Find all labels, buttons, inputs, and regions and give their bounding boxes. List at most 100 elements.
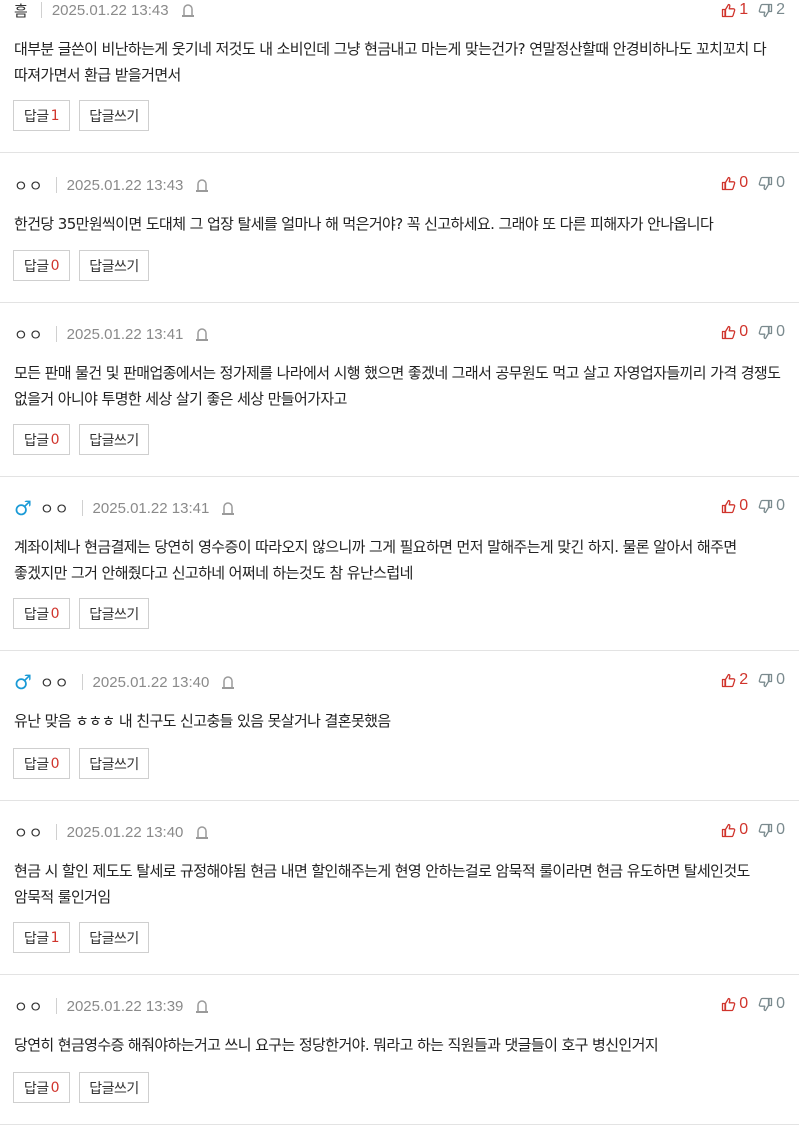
- comment-nickname[interactable]: ㅇㅇ: [14, 996, 44, 1017]
- comment-actions: 답글 1 답글쓰기: [13, 100, 158, 131]
- dislike-count: 0: [776, 671, 785, 688]
- like-count: 0: [739, 323, 749, 340]
- comment-date: 2025.01.22 13:39: [66, 997, 184, 1015]
- thumbs-up-icon: [722, 499, 736, 513]
- write-reply-button[interactable]: 답글쓰기: [79, 100, 149, 131]
- reply-count-button[interactable]: 답글 0: [13, 1072, 70, 1103]
- siren-icon[interactable]: [221, 674, 235, 690]
- comment-date: 2025.01.22 13:40: [66, 823, 184, 841]
- comment-actions: 답글 0 답글쓰기: [13, 424, 158, 455]
- reply-count-button[interactable]: 답글 0: [13, 748, 70, 779]
- siren-icon[interactable]: [195, 326, 209, 342]
- comment-actions: 답글 0 답글쓰기: [13, 250, 158, 281]
- comment-text: 모든 판매 물건 및 판매업종에서는 정가제를 나라에서 시행 했으면 좋겠네 …: [14, 364, 781, 408]
- reply-count: 0: [50, 755, 60, 772]
- write-reply-button[interactable]: 답글쓰기: [79, 250, 149, 281]
- dislike-count: 0: [776, 323, 785, 340]
- comment-text: 대부분 글쓴이 비난하는게 웃기네 저것도 내 소비인데 그냥 현금내고 마는게…: [14, 40, 767, 84]
- dislike-button[interactable]: 0: [758, 323, 785, 341]
- reply-label: 답글: [23, 930, 49, 947]
- reply-count: 0: [50, 431, 60, 448]
- comment-list: 흠 2025.01.22 13:43 1 2 대부분 글쓴이 비난하는게 웃기네…: [0, 0, 799, 1125]
- comment-actions: 답글 0 답글쓰기: [13, 748, 158, 779]
- dislike-button[interactable]: 0: [758, 821, 785, 839]
- thumbs-up-icon: [722, 673, 736, 687]
- dislike-button[interactable]: 0: [758, 174, 785, 192]
- dislike-button[interactable]: 0: [758, 995, 785, 1013]
- dislike-count: 0: [776, 995, 785, 1012]
- dislike-button[interactable]: 0: [758, 671, 785, 689]
- siren-icon[interactable]: [195, 177, 209, 193]
- write-reply-button[interactable]: 답글쓰기: [79, 922, 149, 953]
- comment-date: 2025.01.22 13:41: [92, 499, 210, 517]
- siren-icon[interactable]: [195, 824, 209, 840]
- vote-box: 0 0: [721, 496, 785, 516]
- thumbs-up-icon: [722, 3, 736, 17]
- like-button[interactable]: 0: [721, 323, 748, 341]
- reply-label: 답글: [23, 756, 49, 773]
- vote-box: 0 0: [721, 820, 785, 840]
- dislike-button[interactable]: 0: [758, 497, 785, 515]
- comment-meta: ㅇㅇ 2025.01.22 13:41: [14, 324, 209, 344]
- meta-divider: [55, 824, 57, 840]
- like-button[interactable]: 0: [721, 174, 748, 192]
- reply-count-button[interactable]: 답글 1: [13, 100, 70, 131]
- like-button[interactable]: 0: [721, 497, 748, 515]
- meta-divider: [55, 177, 57, 193]
- comment-item: ㅇㅇ 2025.01.22 13:41 0 0 모든 판매 물건 및 판매업종에…: [0, 303, 799, 477]
- comment-text: 유난 맞음 ㅎㅎㅎ 내 친구도 신고충들 있음 못살거나 결혼못했음: [14, 712, 391, 730]
- write-reply-button[interactable]: 답글쓰기: [79, 1072, 149, 1103]
- reply-count-button[interactable]: 답글 1: [13, 922, 70, 953]
- thumbs-down-icon: [758, 3, 773, 17]
- comment-nickname[interactable]: ㅇㅇ: [40, 498, 70, 519]
- comment-nickname[interactable]: ㅇㅇ: [14, 324, 44, 345]
- vote-box: 2 0: [721, 670, 785, 690]
- thumbs-down-icon: [758, 673, 773, 687]
- thumbs-up-icon: [722, 823, 736, 837]
- dislike-count: 0: [776, 821, 785, 838]
- comment-meta: ♂ ㅇㅇ 2025.01.22 13:40: [14, 672, 235, 692]
- thumbs-up-icon: [722, 325, 736, 339]
- reply-count-button[interactable]: 답글 0: [13, 250, 70, 281]
- like-button[interactable]: 1: [721, 1, 748, 19]
- reply-label: 답글: [23, 258, 49, 275]
- reply-count-button[interactable]: 답글 0: [13, 424, 70, 455]
- like-count: 0: [739, 995, 749, 1012]
- vote-box: 0 0: [721, 173, 785, 193]
- comment-actions: 답글 0 답글쓰기: [13, 1072, 158, 1103]
- comment-nickname[interactable]: ㅇㅇ: [40, 672, 70, 693]
- write-reply-button[interactable]: 답글쓰기: [79, 424, 149, 455]
- like-button[interactable]: 2: [721, 671, 748, 689]
- write-reply-button[interactable]: 답글쓰기: [79, 748, 149, 779]
- reply-count: 0: [50, 605, 60, 622]
- comment-actions: 답글 0 답글쓰기: [13, 598, 158, 629]
- meta-divider: [55, 326, 57, 342]
- thumbs-up-icon: [722, 997, 736, 1011]
- comment-meta: ㅇㅇ 2025.01.22 13:40: [14, 822, 209, 842]
- reply-label: 답글: [23, 432, 49, 449]
- dislike-button[interactable]: 2: [758, 1, 785, 19]
- comment-date: 2025.01.22 13:43: [66, 176, 184, 194]
- vote-box: 0 0: [721, 994, 785, 1014]
- like-count: 0: [739, 821, 749, 838]
- siren-icon[interactable]: [195, 998, 209, 1014]
- like-button[interactable]: 0: [721, 995, 748, 1013]
- like-count: 0: [739, 497, 749, 514]
- meta-divider: [81, 500, 83, 516]
- dislike-count: 2: [776, 1, 785, 18]
- comment-date: 2025.01.22 13:43: [51, 1, 169, 19]
- reply-count-button[interactable]: 답글 0: [13, 598, 70, 629]
- comment-nickname[interactable]: ㅇㅇ: [14, 175, 44, 196]
- meta-divider: [40, 2, 42, 18]
- meta-divider: [55, 998, 57, 1014]
- write-reply-button[interactable]: 답글쓰기: [79, 598, 149, 629]
- meta-divider: [81, 674, 83, 690]
- comment-meta: ♂ ㅇㅇ 2025.01.22 13:41: [14, 498, 235, 518]
- comment-nickname[interactable]: 흠: [14, 0, 29, 21]
- like-button[interactable]: 0: [721, 821, 748, 839]
- reply-label: 답글: [23, 1080, 49, 1097]
- comment-nickname[interactable]: ㅇㅇ: [14, 822, 44, 843]
- siren-icon[interactable]: [221, 500, 235, 516]
- siren-icon[interactable]: [181, 2, 195, 18]
- thumbs-down-icon: [758, 823, 773, 837]
